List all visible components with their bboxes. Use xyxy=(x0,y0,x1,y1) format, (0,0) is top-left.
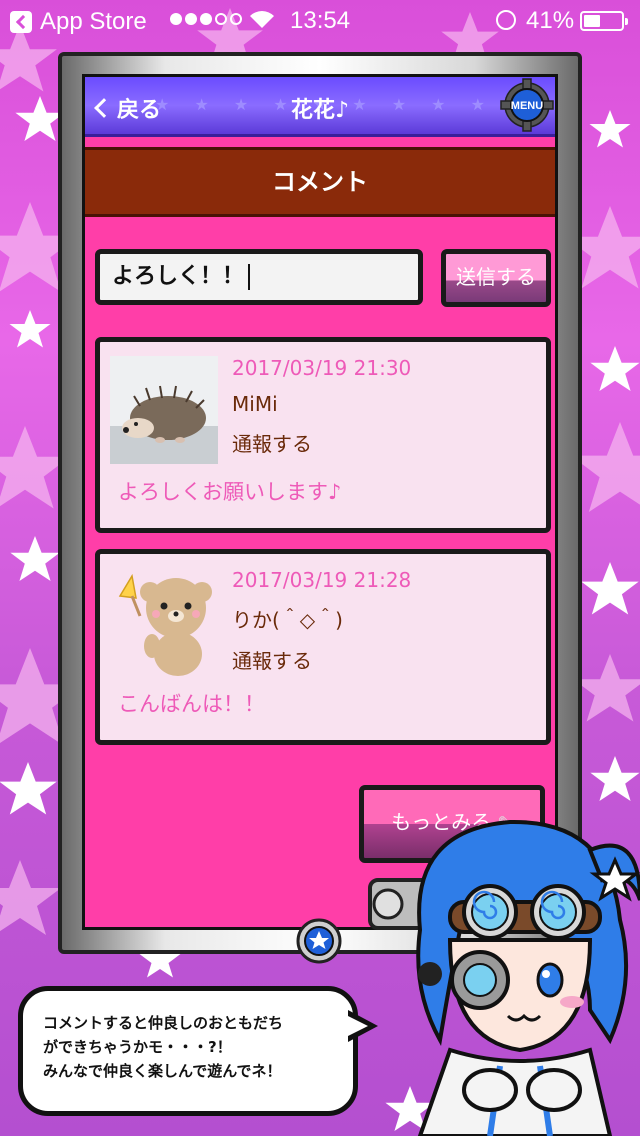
star-badge-icon xyxy=(296,918,342,964)
app-screen: ★ ★ ★ ★ ★ ★ ★ ★ ★ 戻る 花花♪ MENU コメント よろしく！！ 送信する xyxy=(82,74,558,930)
speech-line: ができちゃうかモ・・・?！ xyxy=(43,1038,232,1056)
comment-input[interactable]: よろしく！！ xyxy=(95,249,423,305)
status-bar: App Store 13:54 41% xyxy=(0,0,640,40)
text-caret xyxy=(248,264,251,290)
section-header: コメント xyxy=(85,147,555,217)
nav-bar: ★ ★ ★ ★ ★ ★ ★ ★ ★ 戻る 花花♪ MENU xyxy=(85,77,555,137)
speech-line: コメントすると仲良しのおともだち xyxy=(43,1014,284,1032)
comment-meta: 2017/03/19 21:28 りか(＾◇＾) 通報する xyxy=(232,568,411,674)
wifi-icon xyxy=(250,11,274,28)
comment-date: 2017/03/19 21:28 xyxy=(232,568,412,592)
send-button[interactable]: 送信する xyxy=(441,249,551,307)
battery-icon xyxy=(580,11,628,31)
back-chevron-icon xyxy=(10,11,32,33)
comment-username[interactable]: MiMi xyxy=(232,392,411,416)
comment-body: よろしくお願いします♪ xyxy=(118,480,342,504)
comment-body: こんばんは！！ xyxy=(118,692,265,716)
menu-label: MENU xyxy=(511,100,543,112)
bear-avatar-icon xyxy=(110,568,218,676)
page-title: 花花♪ xyxy=(290,98,350,123)
speech-bubble: コメントすると仲良しのおともだち ができちゃうかモ・・・?！ みんなで仲良く楽し… xyxy=(18,986,358,1116)
orientation-lock-icon xyxy=(496,10,516,30)
battery-percentage: 41% xyxy=(526,7,575,34)
comment-username[interactable]: りか(＾◇＾) xyxy=(232,604,411,633)
comment-input-value: よろしく！！ xyxy=(112,264,245,289)
back-to-app-store[interactable]: App Store xyxy=(10,8,147,36)
comment-card: 2017/03/19 21:28 りか(＾◇＾) 通報する こんばんは！！ xyxy=(95,549,551,745)
status-time: 13:54 xyxy=(290,7,351,34)
report-link[interactable]: 通報する xyxy=(232,428,411,457)
mascot-character-icon xyxy=(368,819,640,1136)
cellular-signal-icon xyxy=(170,13,242,25)
comment-date: 2017/03/19 21:30 xyxy=(232,356,412,380)
back-app-label: App Store xyxy=(40,8,147,35)
comment-meta: 2017/03/19 21:30 MiMi 通報する xyxy=(232,356,411,457)
hedgehog-avatar-icon xyxy=(110,356,218,464)
speech-line: みんなで仲良く楽しんで遊んでネ！ xyxy=(43,1062,282,1080)
speech-bubble-tail-inner xyxy=(348,1016,368,1036)
report-link[interactable]: 通報する xyxy=(232,645,411,674)
menu-gear-button[interactable]: MENU xyxy=(499,77,555,133)
comment-card: 2017/03/19 21:30 MiMi 通報する よろしくお願いします♪ xyxy=(95,337,551,533)
